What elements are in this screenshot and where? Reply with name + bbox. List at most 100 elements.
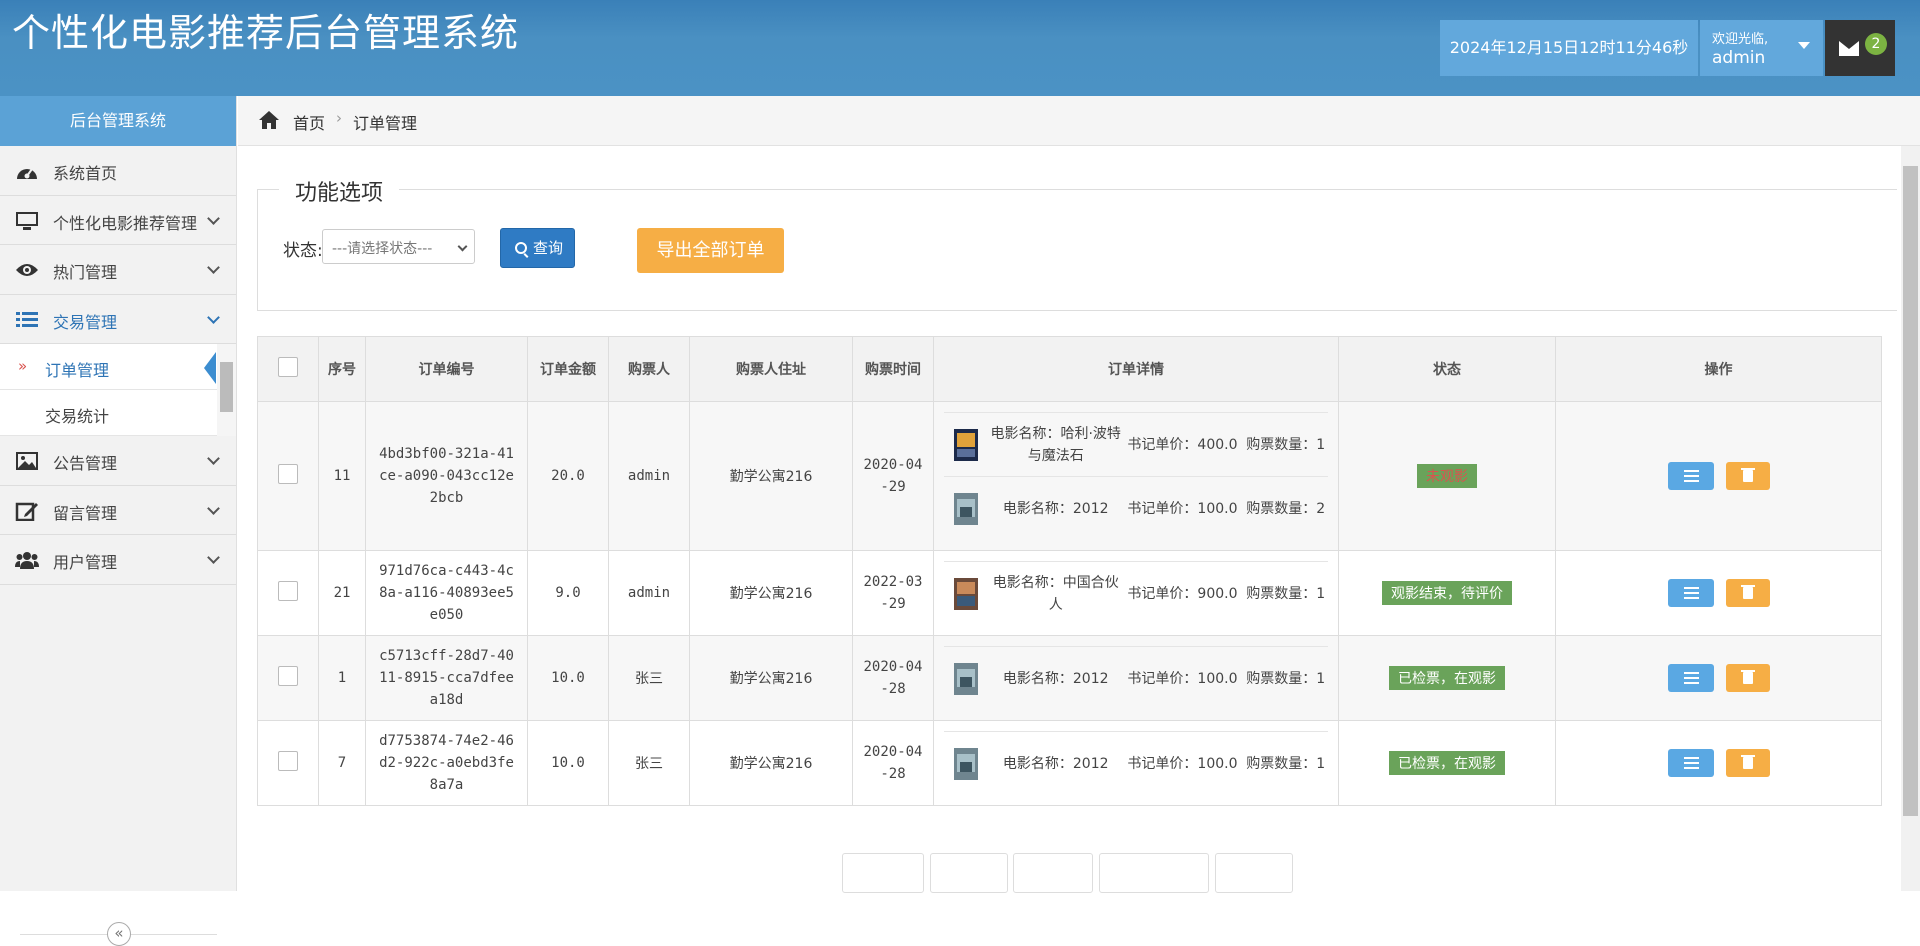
column-header: 状态 — [1338, 336, 1556, 402]
view-detail-button[interactable] — [1667, 664, 1714, 692]
query-button[interactable]: 查询 — [500, 228, 575, 268]
table-header-row: 序号 订单编号 订单金额 购票人 购票人住址 购票时间 订单详情 状态 操作 — [257, 336, 1882, 402]
select-all-checkbox[interactable] — [278, 357, 298, 377]
movie-name: 电影名称：2012 — [1002, 500, 1109, 517]
sidebar-item-movie-recommend[interactable]: 个性化电影推荐管理 — [0, 196, 236, 245]
breadcrumb-separator: › — [336, 109, 342, 127]
sidebar-collapse-button[interactable]: « — [107, 922, 131, 946]
chevron-down-icon — [207, 261, 220, 274]
sidebar-item-label: 公告管理 — [53, 454, 118, 473]
status-cell: 未观影 — [1338, 401, 1556, 551]
double-chevron-right-icon: » — [18, 357, 28, 375]
export-orders-button[interactable]: 导出全部订单 — [637, 228, 784, 273]
status-cell: 已检票，在观影 — [1338, 720, 1556, 806]
user-menu[interactable]: 欢迎光临, admin — [1700, 20, 1823, 76]
submenu-scrollbar[interactable] — [217, 344, 236, 436]
pagination-button[interactable] — [1013, 853, 1093, 893]
column-header: 购票人住址 — [689, 336, 853, 402]
row-select-cell — [257, 635, 319, 721]
select-all-cell — [257, 336, 319, 402]
sidebar-item-label: 交易管理 — [53, 312, 118, 332]
page-scrollbar[interactable] — [1901, 146, 1920, 891]
pagination-button[interactable] — [1215, 853, 1293, 893]
breadcrumb: 首页 › 订单管理 — [238, 96, 1920, 146]
movie-price: 书记单价：100.0 — [1127, 500, 1238, 517]
query-button-label: 查询 — [533, 239, 564, 257]
row-id: 11 — [318, 401, 366, 551]
chevron-down-icon — [207, 501, 220, 515]
monitor-icon — [16, 211, 38, 230]
order-detail: 电影名称：哈利·波特与魔法石 书记单价：400.0 购票数量：1 电影名称：20… — [933, 401, 1339, 551]
movie-item: 电影名称：2012 书记单价：100.0 购票数量：2 — [944, 476, 1328, 540]
movie-price: 书记单价：900.0 — [1127, 585, 1238, 602]
movie-quantity: 购票数量：1 — [1246, 436, 1326, 453]
row-checkbox[interactable] — [278, 751, 298, 771]
movie-poster — [954, 662, 978, 695]
delete-button[interactable] — [1725, 462, 1770, 490]
order-detail: 电影名称：中国合伙人 书记单价：900.0 购票数量：1 — [933, 550, 1339, 636]
movie-poster — [954, 577, 978, 610]
row-checkbox[interactable] — [278, 464, 298, 484]
chevron-down-icon — [207, 551, 220, 564]
movie-price: 书记单价：400.0 — [1127, 436, 1238, 453]
movie-poster — [954, 492, 978, 525]
chevron-down-icon — [207, 310, 220, 324]
sidebar-item-hot[interactable]: 热门管理 — [0, 245, 236, 295]
view-detail-button[interactable] — [1667, 462, 1714, 490]
movie-price: 书记单价：100.0 — [1127, 670, 1238, 687]
actions-cell — [1555, 401, 1882, 551]
sidebar-header: 后台管理系统 — [0, 96, 236, 146]
order-number: c5713cff-28d7-4011-8915-cca7dfeea18d — [365, 635, 528, 721]
scrollbar-thumb[interactable] — [220, 362, 233, 412]
breadcrumb-current: 订单管理 — [353, 114, 418, 133]
row-checkbox[interactable] — [278, 666, 298, 686]
envelope-icon — [1839, 41, 1859, 56]
status-badge: 已检票，在观影 — [1389, 666, 1505, 690]
active-indicator — [204, 352, 216, 384]
sidebar-item-message[interactable]: 留言管理 — [0, 486, 236, 535]
caret-down-icon — [1798, 42, 1810, 49]
movie-item: 电影名称：哈利·波特与魔法石 书记单价：400.0 购票数量：1 — [944, 412, 1328, 476]
breadcrumb-home-link[interactable]: 首页 — [293, 110, 325, 134]
pagination-button[interactable] — [842, 853, 924, 893]
sidebar-item-label: 系统首页 — [53, 164, 118, 183]
table-row: 1 c5713cff-28d7-4011-8915-cca7dfeea18d 1… — [257, 635, 1882, 721]
row-checkbox[interactable] — [278, 581, 298, 601]
view-detail-button[interactable] — [1667, 579, 1714, 607]
delete-button[interactable] — [1725, 749, 1770, 777]
sidebar-subitem-label: 交易统计 — [45, 407, 110, 426]
order-number: d7753874-74e2-46d2-922c-a0ebd3fe8a7a — [365, 720, 528, 806]
order-date: 2020-04-28 — [852, 635, 934, 721]
row-id: 21 — [318, 550, 366, 636]
order-amount: 10.0 — [527, 720, 609, 806]
movie-quantity: 购票数量：1 — [1246, 755, 1326, 772]
view-detail-button[interactable] — [1667, 749, 1714, 777]
buyer: 张三 — [608, 635, 690, 721]
movie-item: 电影名称：2012 书记单价：100.0 购票数量：1 — [944, 646, 1328, 710]
sidebar-item-users[interactable]: 用户管理 — [0, 535, 236, 585]
movie-name: 电影名称：哈利·波特与魔法石 — [990, 425, 1121, 464]
sidebar-item-label: 用户管理 — [53, 553, 118, 572]
pagination-button[interactable] — [930, 853, 1008, 893]
sidebar-item-home[interactable]: 系统首页 — [0, 146, 236, 196]
row-id: 7 — [318, 720, 366, 806]
movie-item: 电影名称：中国合伙人 书记单价：900.0 购票数量：1 — [944, 561, 1328, 625]
actions-cell — [1555, 550, 1882, 636]
home-icon — [259, 111, 279, 129]
scrollbar-thumb[interactable] — [1903, 166, 1918, 816]
sidebar-subitem-orders[interactable]: » 订单管理 — [0, 344, 236, 390]
sidebar-item-trade[interactable]: 交易管理 — [0, 295, 236, 344]
status-cell: 已检票，在观影 — [1338, 635, 1556, 721]
sidebar-item-notice[interactable]: 公告管理 — [0, 436, 236, 486]
status-select[interactable]: ---请选择状态--- — [322, 229, 475, 264]
row-select-cell — [257, 720, 319, 806]
delete-button[interactable] — [1725, 579, 1770, 607]
buyer-address: 勤学公寓216 — [689, 720, 853, 806]
pagination-button[interactable] — [1099, 853, 1209, 893]
delete-button[interactable] — [1725, 664, 1770, 692]
movie-item: 电影名称：2012 书记单价：100.0 购票数量：1 — [944, 731, 1328, 795]
sidebar-subitem-stats[interactable]: 交易统计 — [0, 390, 236, 436]
messages-button[interactable]: 2 — [1825, 20, 1895, 76]
movie-name: 电影名称：2012 — [1002, 755, 1109, 772]
column-header: 订单金额 — [527, 336, 609, 402]
